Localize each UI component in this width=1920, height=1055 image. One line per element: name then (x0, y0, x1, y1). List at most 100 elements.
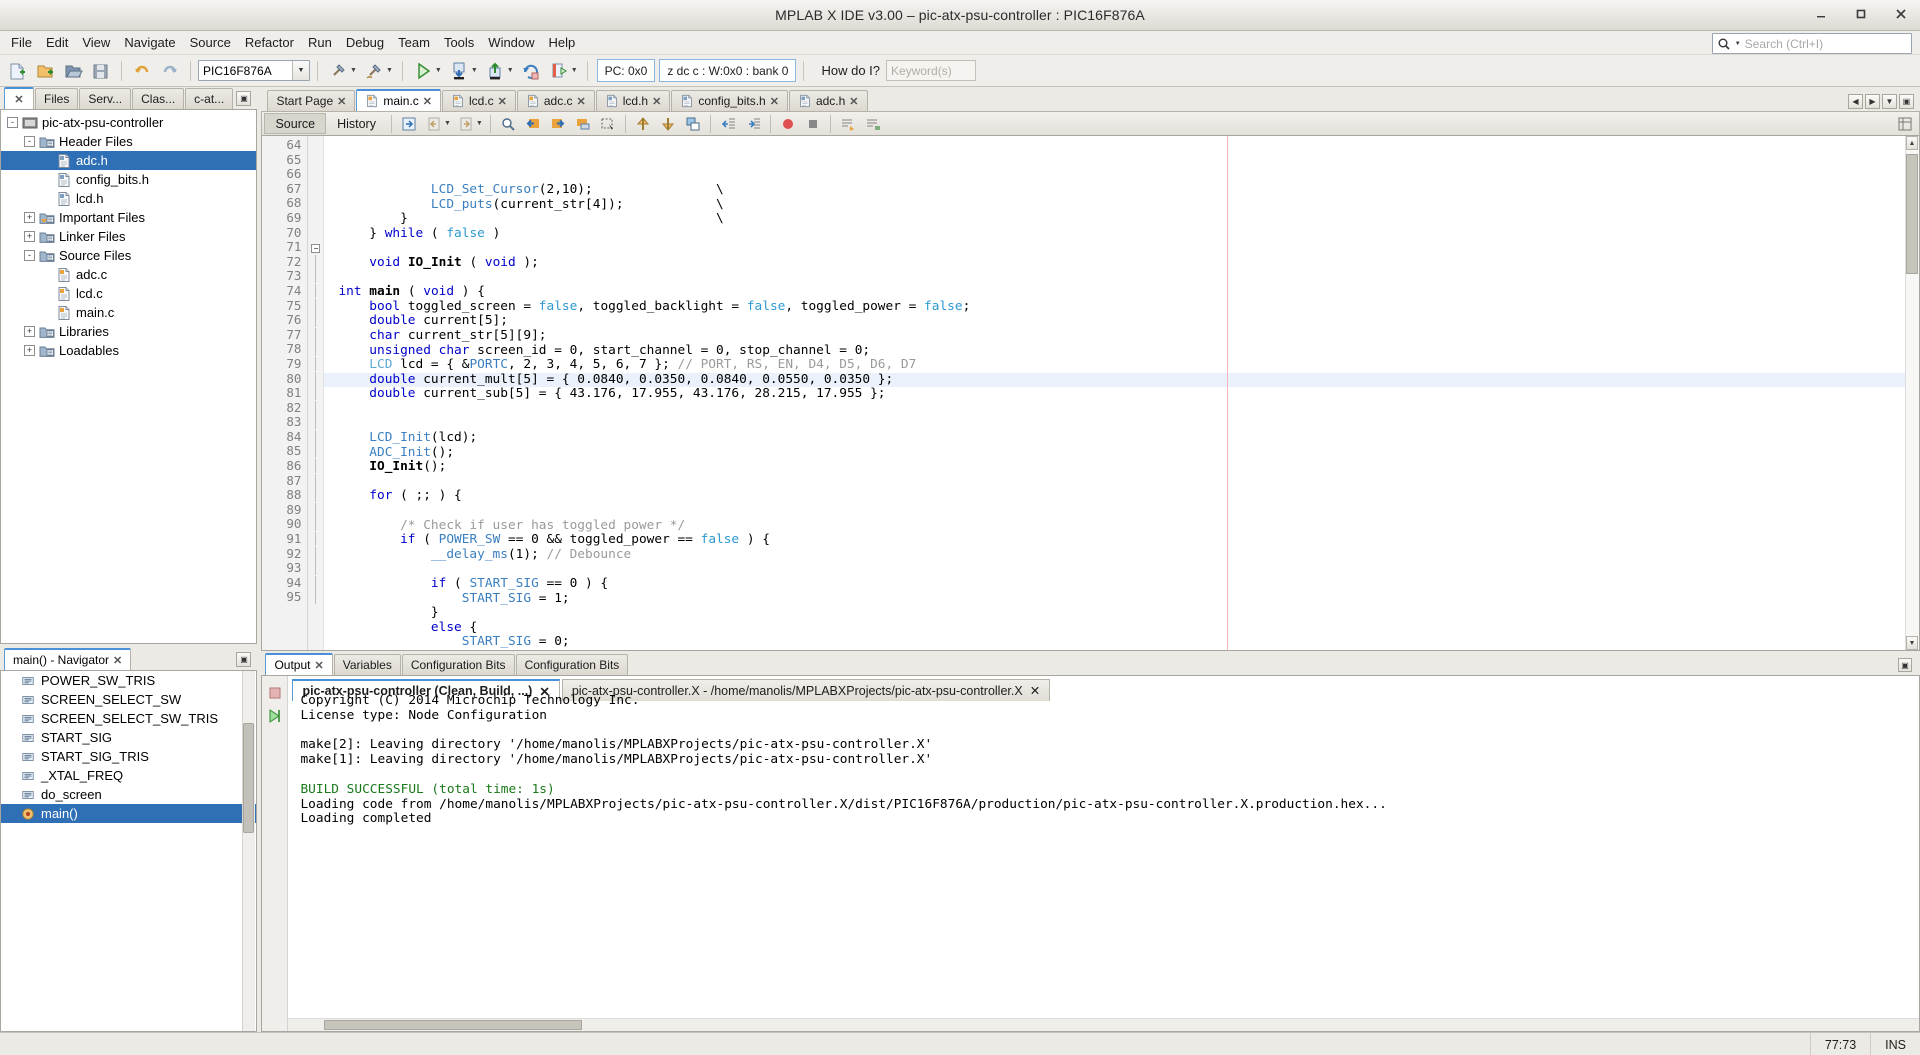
output-maximize-icon[interactable]: ▣ (1898, 658, 1912, 672)
editor-tab-config-bits-h[interactable]: config_bits.h✕ (671, 90, 788, 111)
toggle-bookmark-icon[interactable] (571, 113, 595, 135)
code-line[interactable]: bool toggled_screen = false, toggled_bac… (324, 300, 1919, 315)
code-line[interactable]: LCD lcd = { &PORTC, 2, 3, 4, 5, 6, 7 }; … (324, 358, 1919, 373)
run-dropdown-icon[interactable]: ▼ (435, 67, 442, 74)
code-line[interactable] (324, 241, 1919, 256)
tab-source[interactable]: Source (264, 113, 326, 134)
editor-tab-adc-c[interactable]: adc.c✕ (517, 90, 595, 111)
tab-configuration-bits-1[interactable]: Configuration Bits (402, 654, 515, 675)
tab-output[interactable]: Output ✕ (265, 653, 332, 675)
tree-item-loadables[interactable]: +Loadables (1, 341, 256, 360)
code-editor[interactable]: 6465666768697071727374757677787980818283… (261, 136, 1920, 651)
start-macro-recording-icon[interactable] (776, 113, 800, 135)
make-program-icon[interactable] (546, 58, 572, 84)
build-icon[interactable] (325, 58, 351, 84)
code-line[interactable]: int main ( void ) { (324, 285, 1919, 300)
undo-icon[interactable] (129, 58, 155, 84)
close-icon[interactable]: ✕ (577, 95, 586, 108)
code-line[interactable]: void IO_Init ( void ); (324, 256, 1919, 271)
code-line[interactable]: for ( ;; ) { (324, 489, 1919, 504)
navigator-item-do-screen[interactable]: do_screen (1, 785, 256, 804)
navigator-item-screen-select-sw-tris[interactable]: SCREEN_SELECT_SW_TRIS (1, 709, 256, 728)
code-line[interactable]: if ( POWER_SW == 0 && toggled_power == f… (324, 533, 1919, 548)
tree-item-adc-c[interactable]: adc.c (1, 265, 256, 284)
editor-maximize-icon[interactable]: ▣ (1899, 94, 1914, 109)
tree-item-header-files[interactable]: -Header Files (1, 132, 256, 151)
menu-edit[interactable]: Edit (39, 32, 75, 53)
stop-macro-recording-icon[interactable] (801, 113, 825, 135)
navigator-item-power-sw-tris[interactable]: POWER_SW_TRIS (1, 671, 256, 690)
tab-list-icon[interactable]: ▼ (1882, 94, 1897, 109)
menu-source[interactable]: Source (183, 32, 238, 53)
back-icon[interactable] (422, 113, 446, 135)
navigator-item-xtal-freq[interactable]: _XTAL_FREQ (1, 766, 256, 785)
back-dropdown-icon[interactable]: ▼ (444, 120, 451, 127)
code-line[interactable] (324, 271, 1919, 286)
search-box[interactable]: ▼ (1712, 33, 1912, 54)
collapse-icon[interactable]: - (24, 250, 35, 261)
menu-refactor[interactable]: Refactor (238, 32, 301, 53)
code-line[interactable]: START_SIG = 1; (324, 592, 1919, 607)
code-line[interactable]: else { (324, 621, 1919, 636)
code-fold-column[interactable]: − (308, 136, 324, 650)
code-line[interactable]: if ( START_SIG == 0 ) { (324, 577, 1919, 592)
code-line[interactable]: } \ (324, 212, 1919, 227)
comment-icon[interactable] (836, 113, 860, 135)
close-icon[interactable]: ✕ (849, 95, 858, 108)
tab-c-attributes[interactable]: c-at... (185, 88, 233, 109)
clean-build-dropdown-icon[interactable]: ▼ (386, 67, 393, 74)
tree-item-lcd-h[interactable]: lcd.h (1, 189, 256, 208)
tab-scroll-right-icon[interactable]: ▶ (1865, 94, 1880, 109)
menu-navigate[interactable]: Navigate (117, 32, 182, 53)
code-line[interactable]: double current_mult[5] = { 0.0840, 0.035… (324, 373, 1919, 388)
hold-reset-icon[interactable] (518, 58, 544, 84)
search-input[interactable] (1743, 35, 1911, 53)
expand-icon[interactable]: + (24, 345, 35, 356)
expand-icon[interactable]: + (24, 326, 35, 337)
save-all-icon[interactable] (88, 58, 114, 84)
tree-item-main-c[interactable]: main.c (1, 303, 256, 322)
next-bookmark-icon[interactable] (546, 113, 570, 135)
menu-run[interactable]: Run (301, 32, 339, 53)
code-line[interactable] (324, 504, 1919, 519)
make-program-dropdown-icon[interactable]: ▼ (571, 67, 578, 74)
menu-file[interactable]: File (4, 32, 39, 53)
menu-tools[interactable]: Tools (437, 32, 481, 53)
build-dropdown-icon[interactable]: ▼ (350, 67, 357, 74)
close-icon[interactable]: ✕ (423, 95, 432, 108)
new-file-icon[interactable] (4, 58, 30, 84)
close-icon[interactable]: ✕ (770, 95, 779, 108)
previous-error-icon[interactable] (631, 113, 655, 135)
tab-scroll-left-icon[interactable]: ◀ (1848, 94, 1863, 109)
tab-navigator[interactable]: main() - Navigator ✕ (4, 648, 131, 670)
tab-configuration-bits-2[interactable]: Configuration Bits (516, 654, 629, 675)
menu-window[interactable]: Window (481, 32, 541, 53)
code-line[interactable]: double current_sub[5] = { 43.176, 17.955… (324, 387, 1919, 402)
last-edit-icon[interactable] (397, 113, 421, 135)
code-line[interactable]: LCD_Init(lcd); (324, 431, 1919, 446)
editor-tab-main-c[interactable]: main.c✕ (356, 89, 441, 111)
code-line[interactable] (324, 475, 1919, 490)
run-icon[interactable] (410, 58, 436, 84)
menu-team[interactable]: Team (391, 32, 437, 53)
code-line[interactable]: } (324, 606, 1919, 621)
close-icon[interactable]: ✕ (652, 95, 661, 108)
shift-right-icon[interactable] (741, 113, 765, 135)
next-error-icon[interactable] (656, 113, 680, 135)
explorer-minimize-icon[interactable]: ▣ (236, 91, 251, 106)
close-icon[interactable]: ✕ (14, 93, 23, 106)
tab-services[interactable]: Serv... (79, 88, 131, 109)
debug-project-icon[interactable] (446, 58, 472, 84)
new-project-icon[interactable] (32, 58, 58, 84)
editor-options-icon[interactable] (1893, 113, 1917, 135)
close-icon[interactable]: ✕ (314, 659, 323, 672)
navigator-list[interactable]: POWER_SW_TRISSCREEN_SELECT_SWSCREEN_SELE… (0, 671, 257, 1032)
code-line[interactable]: /* Check if user has toggled power */ (324, 519, 1919, 534)
code-line[interactable]: } while ( false ) (324, 227, 1919, 242)
code-content[interactable]: LCD_Set_Cursor(2,10); \ LCD_puts(current… (324, 136, 1919, 650)
editor-tab-lcd-h[interactable]: lcd.h✕ (596, 90, 671, 111)
tree-item-pic-atx-psu-controller[interactable]: -pic-atx-psu-controller (1, 113, 256, 132)
tab-files[interactable]: Files (35, 88, 78, 109)
output-text[interactable]: Copyright (C) 2014 Microchip Technology … (288, 694, 1919, 1018)
code-line[interactable] (324, 402, 1919, 417)
